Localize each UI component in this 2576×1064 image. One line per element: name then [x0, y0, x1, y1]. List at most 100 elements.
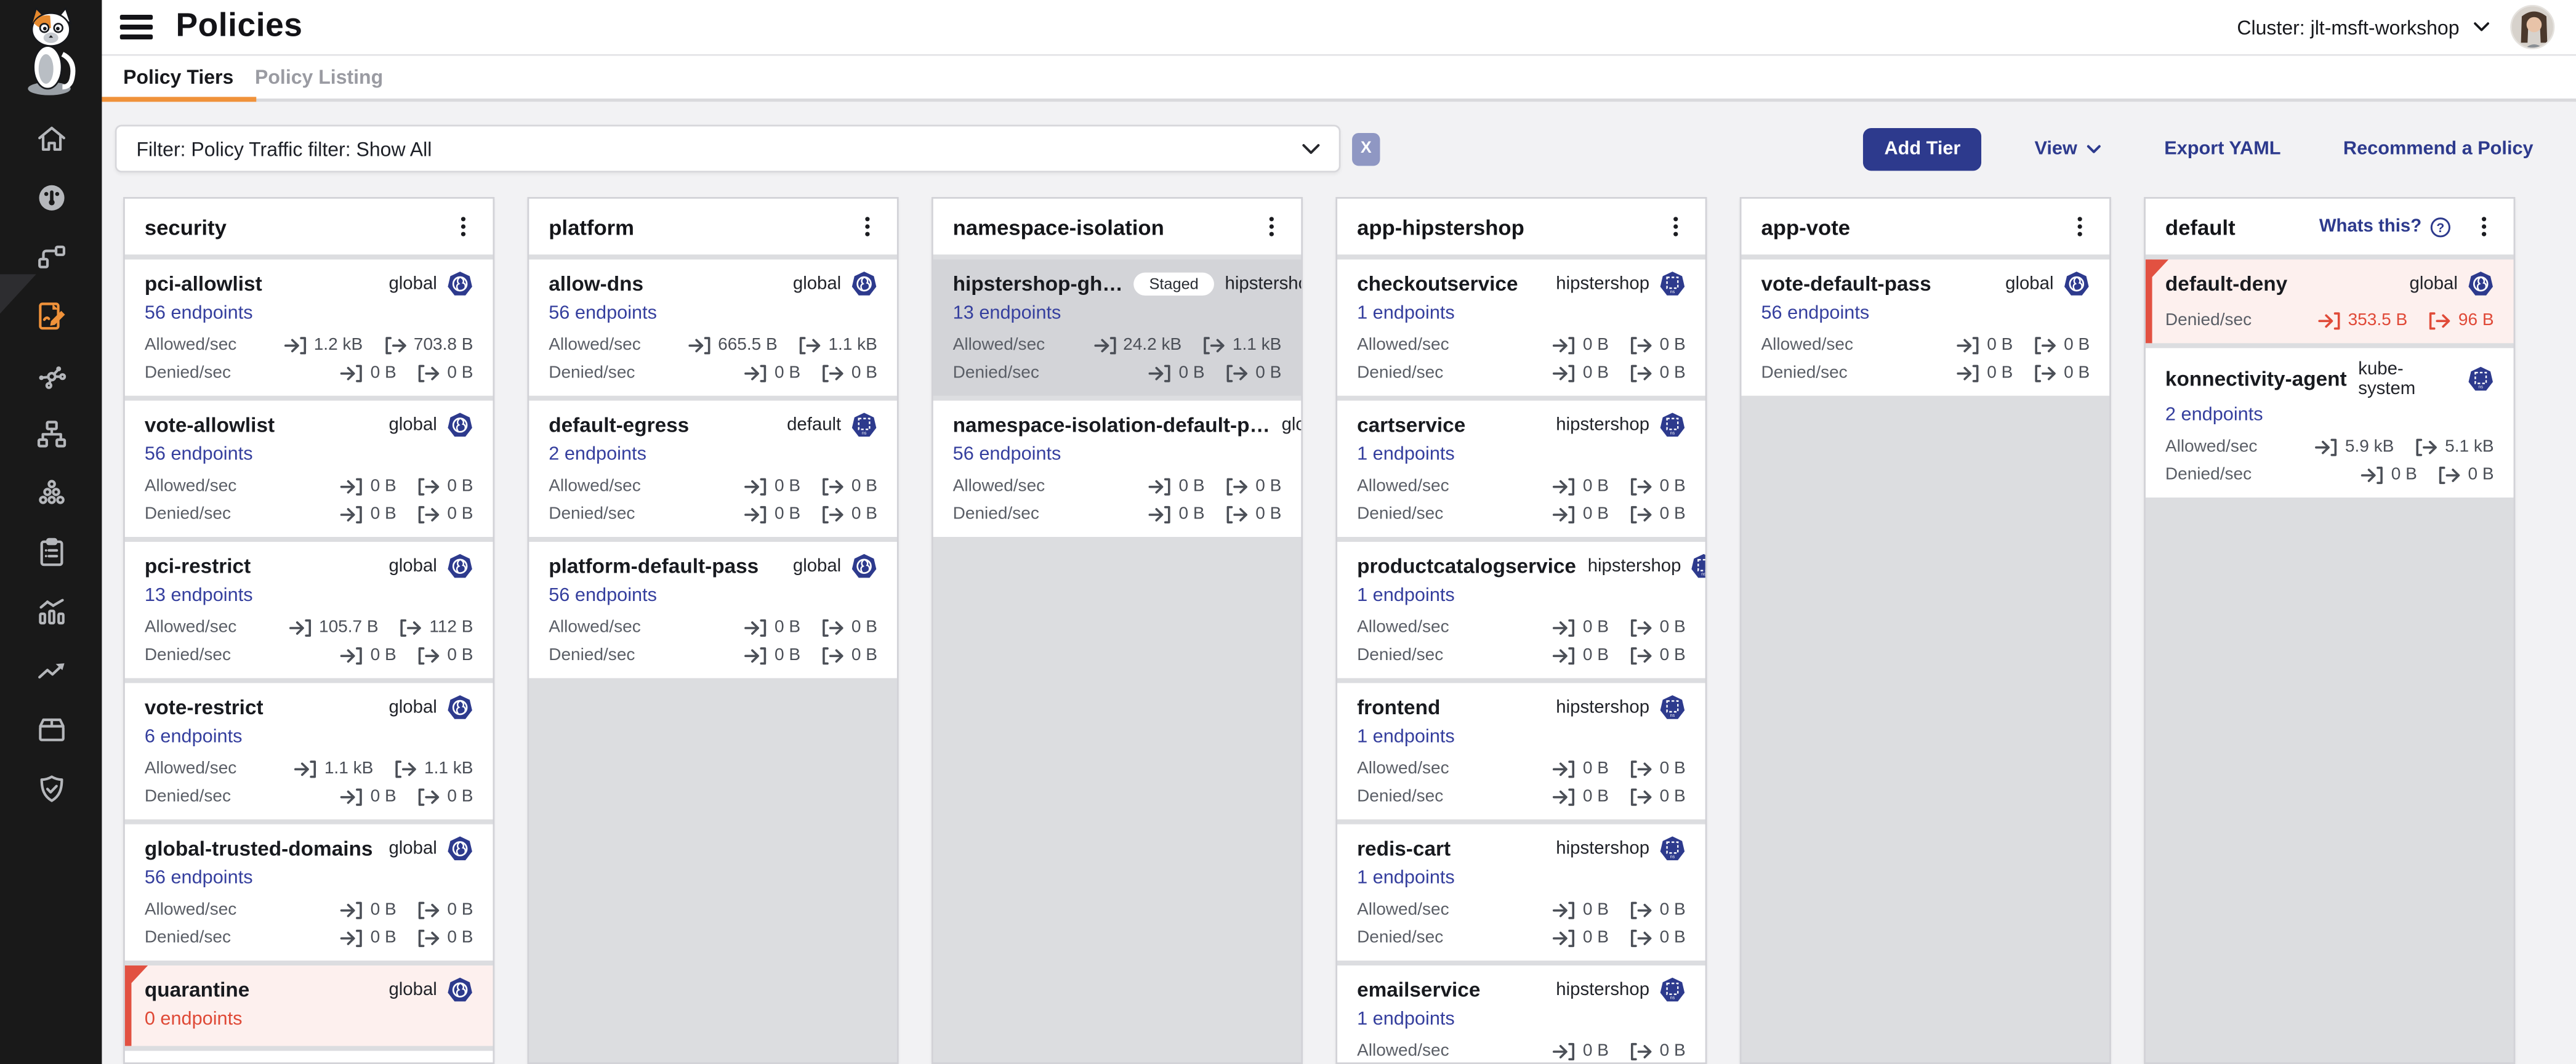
dashboard-icon[interactable]	[0, 167, 102, 227]
tier-menu-button[interactable]	[1255, 212, 1288, 241]
tier-menu-button[interactable]	[1659, 212, 1692, 241]
topology-icon[interactable]	[0, 404, 102, 463]
policy-card-default-deny[interactable]: default-denyglobalDenied/sec353.5 B96 B	[2146, 259, 2514, 343]
endpoints-link[interactable]: 1 endpoints	[1357, 1010, 1455, 1030]
tab-policy-tiers[interactable]: Policy Tiers	[123, 66, 233, 89]
endpoints-link[interactable]: 1 endpoints	[1357, 586, 1455, 606]
endpoints-link[interactable]: 2 endpoints	[2165, 406, 2263, 425]
denied-label-ingress-group: 0 B	[1149, 363, 1204, 382]
service-graph-icon[interactable]	[0, 345, 102, 404]
whats-this-link[interactable]: Whats this??	[2319, 216, 2451, 238]
egress-icon	[417, 646, 440, 664]
endpoints-link[interactable]: 56 endpoints	[145, 869, 253, 889]
tier-column-default: defaultWhats this??default-denyglobalDen…	[2144, 197, 2515, 1064]
tab-policy-listing[interactable]: Policy Listing	[255, 66, 383, 89]
calico-cat-logo[interactable]	[0, 0, 102, 102]
policy-card-platform-default-pass[interactable]: platform-default-passglobal56 endpointsA…	[529, 542, 897, 678]
tier-menu-button[interactable]	[2063, 212, 2096, 241]
compliance-shield-icon[interactable]	[0, 759, 102, 818]
tier-column-namespace-isolation: namespace-isolationhipstershop-gh…Staged…	[932, 197, 1303, 1064]
denied-label-egress-group: 0 B	[822, 504, 877, 524]
policy-card-allow-dns[interactable]: allow-dnsglobal56 endpointsAllowed/sec66…	[529, 259, 897, 395]
policy-card-cartservice[interactable]: cartservicehipstershopns1 endpointsAllow…	[1337, 401, 1705, 537]
endpoints-link[interactable]: 13 endpoints	[145, 586, 253, 606]
scope-label: global	[388, 416, 437, 435]
endpoints-link[interactable]: 1 endpoints	[1357, 304, 1455, 323]
policy-card-konnectivity-agent[interactable]: konnectivity-agentkube-systemns2 endpoin…	[2146, 348, 2514, 498]
ingress-icon	[745, 505, 768, 523]
policy-scope: global	[388, 977, 473, 1004]
egress-icon	[822, 364, 845, 382]
add-tier-button[interactable]: Add Tier	[1863, 127, 1982, 170]
policy-card-security-default-pass[interactable]: security-default-passglobal	[125, 1051, 493, 1063]
policy-card-namespace-isolation-default-p[interactable]: namespace-isolation-default-p…global56 e…	[933, 401, 1302, 537]
endpoints-link[interactable]: 13 endpoints	[953, 304, 1061, 323]
tier-menu-button[interactable]	[851, 212, 883, 241]
endpoints-link[interactable]: 2 endpoints	[549, 445, 646, 465]
policy-card-global-trusted-domains[interactable]: global-trusted-domainsglobal56 endpoints…	[125, 824, 493, 961]
svg-text:ns: ns	[1670, 289, 1675, 294]
policy-title-row: vote-default-passglobal	[1761, 271, 2090, 297]
policy-name: checkoutservice	[1357, 273, 1518, 296]
audit-logs-icon[interactable]	[0, 522, 102, 581]
policy-card-productcatalogservice[interactable]: productcatalogservicehipstershopns1 endp…	[1337, 542, 1705, 678]
policy-scope: defaultns	[787, 412, 877, 438]
policy-card-pci-allowlist[interactable]: pci-allowlistglobal56 endpointsAllowed/s…	[125, 259, 493, 395]
tier-menu-button[interactable]	[2468, 212, 2500, 241]
reports-icon[interactable]	[0, 581, 102, 640]
home-icon[interactable]	[0, 108, 102, 167]
denied-label-ingress-group: 0 B	[1957, 363, 2013, 382]
global-scope-icon	[851, 554, 877, 580]
trending-up-icon[interactable]	[0, 640, 102, 699]
clear-filter-button[interactable]: X	[1352, 132, 1380, 165]
denied-label-egress-value: 0 B	[851, 504, 877, 524]
tier-menu-button[interactable]	[447, 212, 480, 241]
recommend-policy-button[interactable]: Recommend a Policy	[2333, 137, 2543, 160]
policy-scope: kube-systemns	[2358, 360, 2493, 399]
endpoints-link[interactable]: 1 endpoints	[1357, 727, 1455, 747]
policy-card-checkoutservice[interactable]: checkoutservicehipstershopns1 endpointsA…	[1337, 259, 1705, 395]
endpoints-link[interactable]: 56 endpoints	[145, 445, 253, 465]
endpoints-link[interactable]: 56 endpoints	[145, 304, 253, 323]
endpoints-link[interactable]: 6 endpoints	[145, 727, 243, 747]
endpoints-link[interactable]: 1 endpoints	[1357, 445, 1455, 465]
allowed-label-ingress-value: 0 B	[1583, 618, 1609, 637]
packages-icon[interactable]	[0, 699, 102, 759]
kebab-icon	[1260, 215, 1283, 238]
ingress-icon	[1957, 364, 1980, 382]
user-avatar[interactable]	[2510, 5, 2554, 49]
view-menu-button[interactable]: View	[2024, 137, 2111, 160]
scope-label: global	[388, 698, 437, 717]
endpoints-link[interactable]: 0 endpoints	[145, 1010, 243, 1030]
egress-icon	[822, 618, 845, 636]
policy-name: pci-allowlist	[145, 273, 262, 296]
policy-card-hipstershop-gh[interactable]: hipstershop-gh…Stagedhipstershopns13 end…	[933, 259, 1302, 395]
endpoints-link[interactable]: 1 endpoints	[1357, 869, 1455, 889]
egress-icon	[799, 336, 821, 353]
allowed-label-egress-value: 112 B	[429, 618, 473, 637]
allowed-label-ingress-group: 0 B	[1553, 900, 1609, 919]
cluster-selector[interactable]: Cluster: jlt-msft-workshop	[2237, 15, 2490, 38]
endpoints-link[interactable]: 56 endpoints	[1761, 304, 1869, 323]
policy-card-quarantine[interactable]: quarantineglobal0 endpoints	[125, 965, 493, 1046]
allowed-label-egress-value: 0 B	[1660, 476, 1686, 496]
policy-card-emailservice[interactable]: emailservicehipstershopns1 endpointsAllo…	[1337, 965, 1705, 1062]
policy-card-default-egress[interactable]: default-egressdefaultns2 endpointsAllowe…	[529, 401, 897, 537]
endpoints-link[interactable]: 56 endpoints	[549, 586, 657, 606]
policy-card-vote-allowlist[interactable]: vote-allowlistglobal56 endpointsAllowed/…	[125, 401, 493, 537]
ingress-icon	[745, 364, 768, 382]
export-yaml-button[interactable]: Export YAML	[2154, 137, 2290, 160]
policy-card-pci-restrict[interactable]: pci-restrictglobal13 endpointsAllowed/se…	[125, 542, 493, 678]
policy-card-vote-default-pass[interactable]: vote-default-passglobal56 endpointsAllow…	[1741, 259, 2109, 395]
policy-card-redis-cart[interactable]: redis-carthipstershopns1 endpointsAllowe…	[1337, 824, 1705, 961]
cluster-icon[interactable]	[0, 463, 102, 522]
global-scope-icon	[447, 695, 473, 721]
policy-card-frontend[interactable]: frontendhipstershopns1 endpointsAllowed/…	[1337, 683, 1705, 819]
hamburger-menu-icon[interactable]	[116, 9, 156, 46]
endpoints-link[interactable]: 56 endpoints	[549, 304, 657, 323]
endpoints-link[interactable]: 56 endpoints	[953, 445, 1061, 465]
policy-card-vote-restrict[interactable]: vote-restrictglobal6 endpointsAllowed/se…	[125, 683, 493, 819]
allowed-label-egress-value: 0 B	[1660, 618, 1686, 637]
chevron-down-icon	[2473, 22, 2490, 33]
policy-filter-dropdown[interactable]: Filter: Policy Traffic filter: Show All	[115, 125, 1341, 172]
